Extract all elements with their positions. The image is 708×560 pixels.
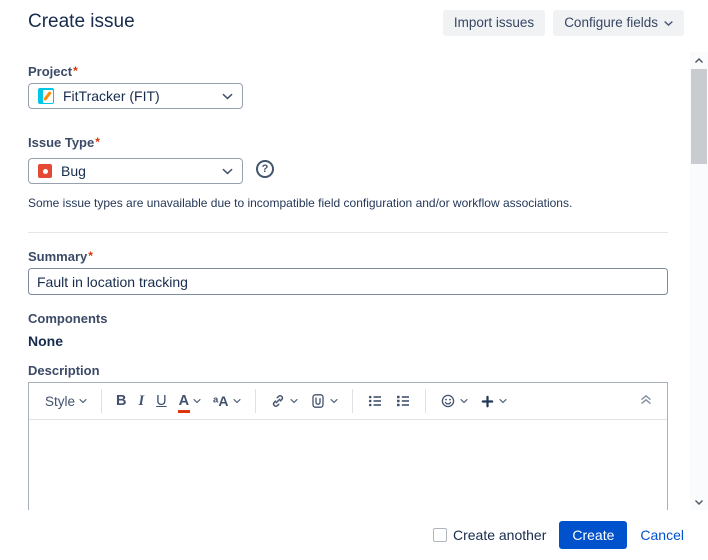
issue-type-field: Issue Type* Bug ? Some issue types are u… <box>28 135 668 210</box>
toolbar-separator <box>351 389 353 413</box>
text-color-button[interactable]: A <box>173 389 207 413</box>
italic-button[interactable]: I <box>133 389 151 414</box>
summary-label: Summary* <box>28 249 93 264</box>
double-chevron-up-icon <box>641 394 651 404</box>
chevron-down-icon <box>459 399 468 404</box>
emoji-button[interactable] <box>434 389 474 413</box>
help-icon[interactable]: ? <box>256 160 274 178</box>
cancel-link[interactable]: Cancel <box>640 527 684 543</box>
scroll-down-button[interactable] <box>690 493 708 510</box>
plus-icon <box>481 395 493 407</box>
chevron-down-icon <box>79 399 87 404</box>
description-editor: Style B I U A ᵃA <box>28 382 668 510</box>
project-select[interactable]: FitTracker (FIT) <box>28 83 243 109</box>
required-asterisk: * <box>73 64 78 78</box>
chevron-down-icon <box>222 168 233 174</box>
paperclip-icon <box>311 394 324 408</box>
description-textarea[interactable] <box>29 420 667 510</box>
project-avatar-icon <box>38 88 54 104</box>
scroll-up-button[interactable] <box>690 52 708 69</box>
form-content: Project* FitTracker (FIT) Issue Type* Bu… <box>0 52 690 510</box>
required-asterisk: * <box>88 249 93 263</box>
dialog-header: Create issue Import issues Configure fie… <box>0 0 708 52</box>
numbered-list-icon <box>396 395 409 407</box>
toolbar-separator <box>101 389 103 413</box>
emoji-icon <box>441 394 454 408</box>
configure-fields-button[interactable]: Configure fields <box>553 10 684 36</box>
import-issues-button[interactable]: Import issues <box>442 10 546 36</box>
project-field: Project* FitTracker (FIT) <box>28 64 668 109</box>
link-button[interactable] <box>264 389 304 413</box>
chevron-down-icon <box>664 20 673 26</box>
style-dropdown[interactable]: Style <box>39 390 93 413</box>
summary-input[interactable] <box>28 268 668 295</box>
chevron-up-icon <box>695 57 703 63</box>
dialog-footer: Create another Create Cancel <box>0 510 708 560</box>
create-another-checkbox[interactable] <box>432 528 447 542</box>
bold-button[interactable]: B <box>110 389 132 413</box>
issue-type-label: Issue Type* <box>28 135 100 150</box>
create-another-label: Create another <box>452 527 547 543</box>
description-label: Description <box>28 363 100 378</box>
configure-fields-label: Configure fields <box>564 15 658 30</box>
summary-field: Summary* <box>28 249 668 295</box>
bullet-list-icon <box>368 395 381 407</box>
bullet-list-button[interactable] <box>361 389 389 413</box>
description-field: Description Style B I U A ᵃA <box>28 363 668 510</box>
bug-type-icon <box>38 164 52 178</box>
scrollbar-thumb[interactable] <box>691 69 707 164</box>
components-label: Components <box>28 311 108 326</box>
components-field: Components None <box>28 311 668 349</box>
page-title: Create issue <box>28 11 135 32</box>
insert-more-button[interactable] <box>474 390 513 413</box>
toolbar-separator <box>424 389 426 413</box>
import-issues-label: Import issues <box>453 15 535 30</box>
chevron-down-icon <box>193 399 201 404</box>
issue-type-select-value: Bug <box>61 163 86 179</box>
link-icon <box>272 395 283 407</box>
change-case-button[interactable]: ᵃA <box>207 389 246 413</box>
chevron-down-icon <box>289 399 298 404</box>
numbered-list-button[interactable] <box>389 389 417 413</box>
header-buttons: Import issues Configure fields <box>442 10 684 36</box>
components-value: None <box>28 333 63 349</box>
attachment-button[interactable] <box>304 389 344 413</box>
vertical-scrollbar <box>690 52 708 510</box>
required-asterisk: * <box>95 135 100 149</box>
section-divider <box>28 232 668 233</box>
create-another-group[interactable]: Create another <box>432 527 547 543</box>
project-select-value: FitTracker (FIT) <box>63 88 160 104</box>
toolbar-separator <box>254 389 256 413</box>
underline-button[interactable]: U <box>150 389 172 413</box>
create-button[interactable]: Create <box>559 521 628 549</box>
chevron-down-icon <box>498 399 507 404</box>
collapse-toolbar-button[interactable] <box>635 388 657 415</box>
issue-type-select[interactable]: Bug <box>28 158 243 184</box>
create-issue-dialog: Create issue Import issues Configure fie… <box>0 0 708 560</box>
issue-type-note: Some issue types are unavailable due to … <box>28 196 573 210</box>
chevron-down-icon <box>222 93 233 99</box>
editor-toolbar: Style B I U A ᵃA <box>29 383 667 420</box>
chevron-down-icon <box>232 399 241 404</box>
chevron-down-icon <box>695 499 703 505</box>
chevron-down-icon <box>329 399 338 404</box>
project-label: Project* <box>28 64 78 79</box>
